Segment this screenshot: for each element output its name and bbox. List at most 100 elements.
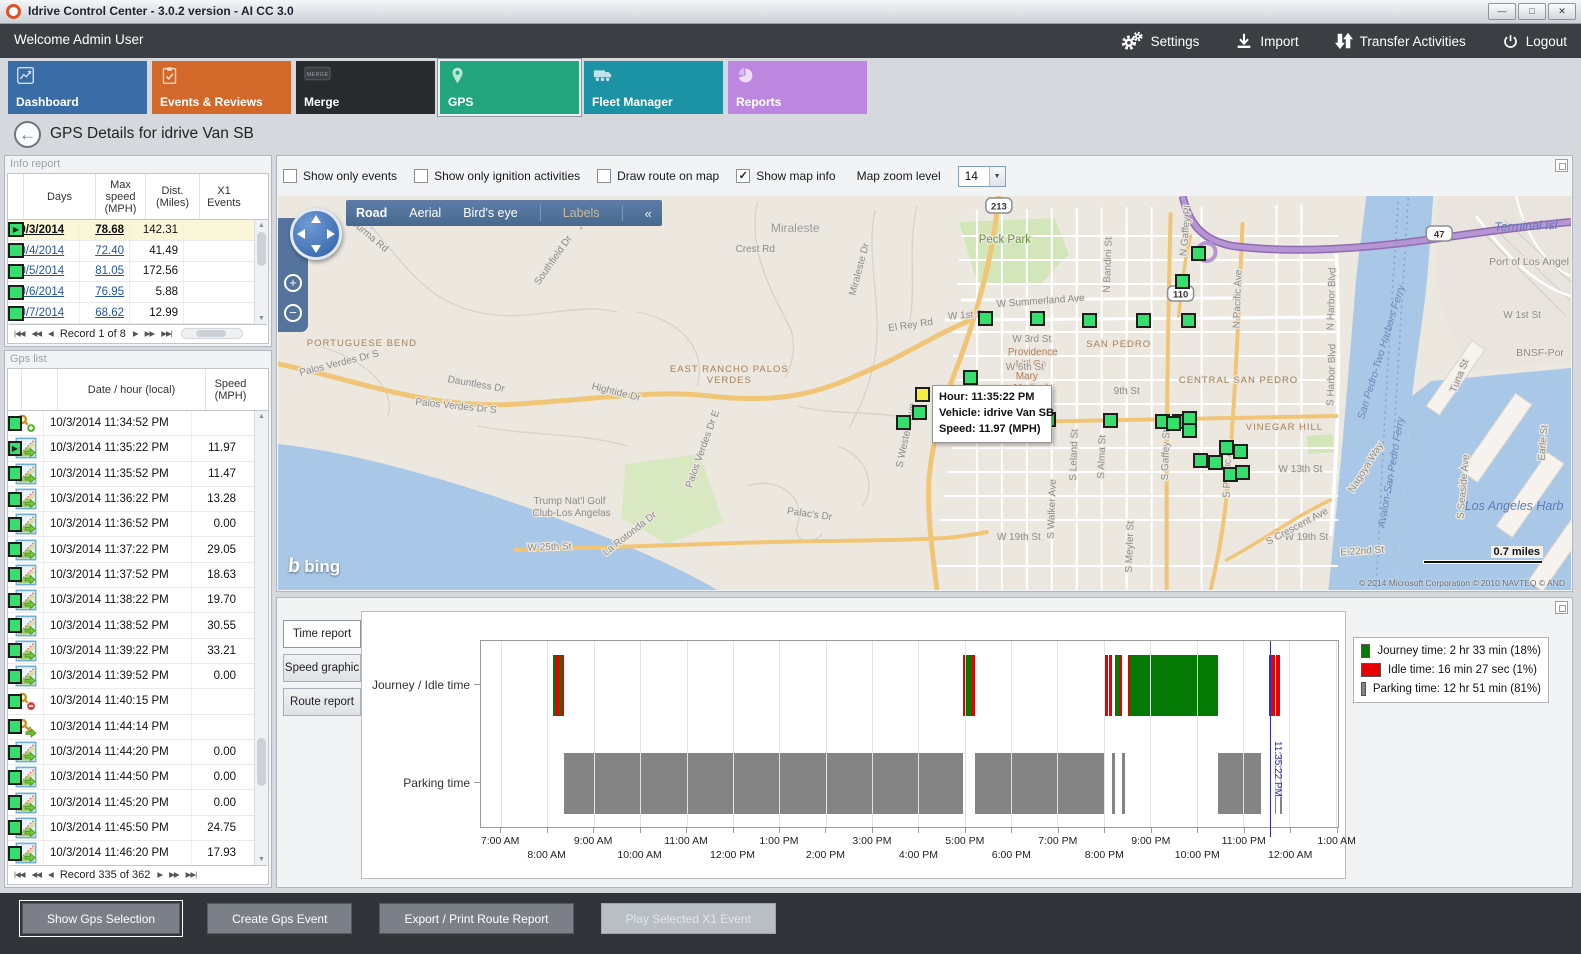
maximize-button[interactable]: □ — [1518, 3, 1546, 20]
column-header-days[interactable]: Days — [24, 174, 96, 219]
pan-down-icon[interactable] — [311, 245, 321, 253]
gps-marker[interactable] — [1030, 311, 1045, 326]
play-selected-x1-event-button[interactable]: Play Selected X1 Event — [601, 903, 776, 934]
settings-button[interactable]: Settings — [1120, 31, 1200, 51]
back-button[interactable]: ← — [14, 121, 41, 148]
scroll-up-icon[interactable]: ▲ — [255, 413, 268, 420]
gps-marker[interactable] — [963, 370, 978, 385]
gps-list-row[interactable]: 10/3/2014 11:44:20 PM0.00 — [8, 740, 254, 765]
map-canvas[interactable]: 21311047 Burma RdCrest RdSouthfield DrMi… — [278, 196, 1571, 590]
minimize-button[interactable]: — — [1488, 3, 1516, 20]
gps-list-row[interactable]: 10/3/2014 11:34:52 PM — [8, 411, 254, 436]
map-pan-compass[interactable] — [290, 208, 342, 260]
map-style-labels[interactable]: Labels — [563, 206, 600, 220]
fast-next-icon[interactable]: ▶▶ — [169, 870, 179, 879]
gps-marker[interactable] — [1191, 246, 1206, 261]
first-page-icon[interactable]: |◀◀ — [14, 329, 24, 338]
gps-list-row[interactable]: 10/3/2014 11:40:15 PM — [8, 689, 254, 714]
gps-marker[interactable] — [1175, 274, 1190, 289]
create-gps-event-button[interactable]: Create Gps Event — [207, 903, 352, 934]
gps-marker[interactable] — [978, 311, 993, 326]
gps-marker[interactable] — [1193, 453, 1208, 468]
gps-marker[interactable] — [1181, 313, 1196, 328]
info-report-row[interactable]: 10/5/201481.05172.56 — [8, 262, 254, 283]
info-report-row[interactable]: ▶10/3/201478.68142.31 — [8, 220, 254, 241]
max-speed-link[interactable]: 76.95 — [95, 286, 124, 298]
map-bar-collapse-icon[interactable]: « — [645, 206, 652, 221]
gps-list-row[interactable]: 10/3/2014 11:36:52 PM0.00 — [8, 512, 254, 537]
last-page-icon[interactable]: ▶▶| — [161, 329, 171, 338]
gps-list-row[interactable]: 10/3/2014 11:45:20 PM0.00 — [8, 790, 254, 815]
panel-collapse-button[interactable] — [1555, 159, 1568, 172]
gps-list-row[interactable]: 10/3/2014 11:45:50 PM24.75 — [8, 816, 254, 841]
import-button[interactable]: Import — [1235, 32, 1298, 50]
gps-marker[interactable] — [1136, 313, 1151, 328]
info-report-row[interactable]: 10/4/201472.4041.49 — [8, 241, 254, 262]
gps-marker[interactable] — [1182, 423, 1197, 438]
gps-list-row[interactable]: 10/3/2014 11:44:14 PM — [8, 715, 254, 740]
show-map-info-checkbox[interactable]: ✓Show map info — [736, 169, 835, 183]
scroll-down-icon[interactable]: ▼ — [255, 856, 268, 863]
gps-list-row[interactable]: 10/3/2014 11:39:22 PM33.21 — [8, 639, 254, 664]
fast-prev-icon[interactable]: ◀◀ — [31, 870, 41, 879]
nav-tile-gps[interactable]: GPS — [440, 61, 579, 114]
fast-next-icon[interactable]: ▶▶ — [145, 329, 155, 338]
vertical-scrollbar[interactable]: ▲ ▼ — [254, 411, 268, 865]
gps-list-row[interactable]: 10/3/2014 11:36:22 PM13.28 — [8, 487, 254, 512]
first-page-icon[interactable]: |◀◀ — [14, 870, 24, 879]
transfer-activities-button[interactable]: Transfer Activities — [1335, 32, 1466, 50]
gps-list-row[interactable]: 10/3/2014 11:44:50 PM0.00 — [8, 765, 254, 790]
info-report-row[interactable]: 10/6/201476.955.88 — [8, 282, 254, 303]
nav-tile-reports[interactable]: Reports — [728, 61, 867, 114]
gps-marker[interactable] — [1235, 465, 1250, 480]
column-header-dist[interactable]: Dist. (Miles) — [146, 174, 200, 219]
map-style-road[interactable]: Road — [356, 206, 387, 220]
tab-time-report[interactable]: Time report — [283, 620, 361, 648]
gps-marker[interactable] — [912, 405, 927, 420]
export-print-route-report-button[interactable]: Export / Print Route Report — [379, 903, 573, 934]
horizontal-scrollbar[interactable] — [181, 328, 243, 339]
pan-up-icon[interactable] — [311, 215, 321, 223]
max-speed-link[interactable]: 72.40 — [95, 245, 124, 257]
prev-page-icon[interactable]: ◀ — [48, 870, 53, 879]
gps-marker[interactable] — [1166, 416, 1181, 431]
gps-list-row[interactable]: ▶10/3/2014 11:35:22 PM11.97 — [8, 436, 254, 461]
fast-prev-icon[interactable]: ◀◀ — [31, 329, 41, 338]
gps-marker[interactable] — [1233, 444, 1248, 459]
show-only-events-checkbox[interactable]: Show only events — [283, 169, 397, 183]
scrollbar-thumb[interactable] — [257, 738, 266, 786]
tab-speed-graphic[interactable]: Speed graphic — [283, 654, 361, 682]
close-button[interactable]: ✕ — [1548, 3, 1576, 20]
gps-marker-selected[interactable] — [915, 387, 930, 402]
column-header-datetime[interactable]: Date / hour (local) — [58, 369, 206, 410]
gps-list-row[interactable]: 10/3/2014 11:38:22 PM19.70 — [8, 588, 254, 613]
show-only-ignition-activities-checkbox[interactable]: Show only ignition activities — [414, 169, 580, 183]
tab-route-report[interactable]: Route report — [283, 688, 361, 716]
nav-tile-fleet-manager[interactable]: Fleet Manager — [584, 61, 723, 114]
max-speed-link[interactable]: 78.68 — [95, 224, 124, 236]
gps-marker[interactable] — [1103, 413, 1118, 428]
gps-marker[interactable] — [1208, 455, 1223, 470]
draw-route-on-map-checkbox[interactable]: Draw route on map — [597, 169, 719, 183]
info-report-row[interactable]: 10/7/201468.6212.99 — [8, 303, 254, 324]
gps-list-row[interactable]: 10/3/2014 11:39:52 PM0.00 — [8, 664, 254, 689]
nav-tile-merge[interactable]: MERGEMerge — [296, 61, 435, 114]
gps-list-row[interactable]: 10/3/2014 11:38:52 PM30.55 — [8, 613, 254, 638]
pan-left-icon[interactable] — [297, 229, 305, 239]
prev-page-icon[interactable]: ◀ — [48, 329, 53, 338]
gps-marker[interactable] — [896, 415, 911, 430]
max-speed-link[interactable]: 68.62 — [95, 307, 124, 319]
gps-marker[interactable] — [1219, 440, 1234, 455]
gps-list-row[interactable]: 10/3/2014 11:37:22 PM29.05 — [8, 537, 254, 562]
scrollbar-thumb[interactable] — [257, 232, 266, 266]
max-speed-link[interactable]: 81.05 — [95, 265, 124, 277]
gps-list-row[interactable]: 10/3/2014 11:35:52 PM11.47 — [8, 462, 254, 487]
next-page-icon[interactable]: ▶ — [157, 870, 162, 879]
map-zoom-in-button[interactable]: + — [284, 274, 302, 292]
map-style-bird-s-eye[interactable]: Bird's eye — [463, 206, 518, 220]
column-header-speed[interactable]: Speed (MPH) — [206, 369, 255, 410]
logout-button[interactable]: Logout — [1502, 33, 1567, 50]
map-zoom-select[interactable]: 14 ▼ — [958, 166, 1006, 187]
column-header-max-speed[interactable]: Max speed (MPH) — [96, 174, 146, 219]
gps-list-row[interactable]: 10/3/2014 11:46:20 PM17.93 — [8, 841, 254, 865]
